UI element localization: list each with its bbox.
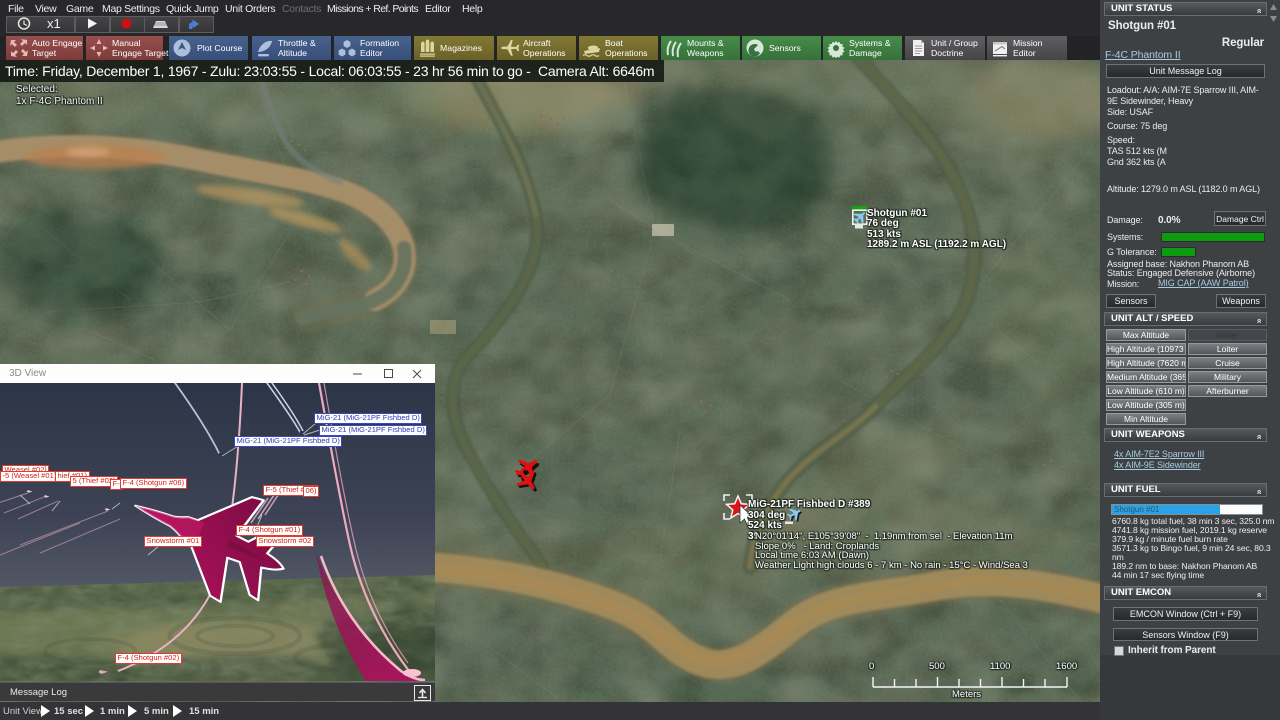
svg-text:x1: x1 [47,17,61,30]
